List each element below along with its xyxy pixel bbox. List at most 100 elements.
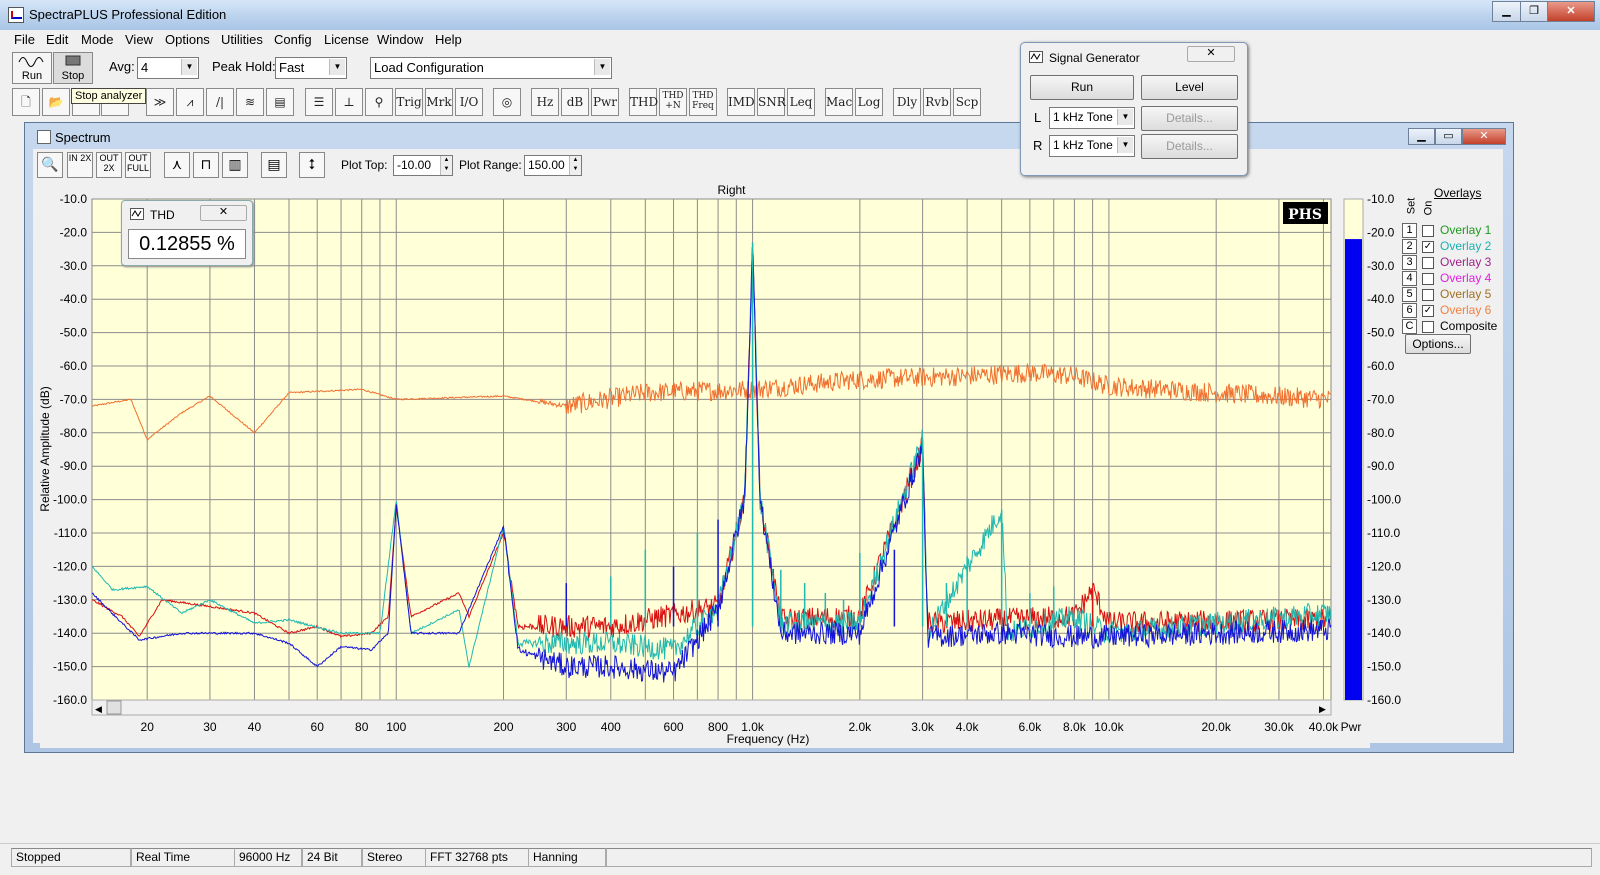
- y-tick-label: -20.0: [60, 225, 88, 239]
- y-tick-label: -40.0: [60, 292, 88, 306]
- right-y-tick-label: -40.0: [1367, 292, 1395, 306]
- status-channels: Stereo: [362, 848, 426, 867]
- right-signal-value: 1 kHz Tone: [1053, 138, 1113, 152]
- x-tick-label: 40: [248, 720, 262, 734]
- left-details-button[interactable]: Details...: [1141, 106, 1238, 131]
- right-signal-select[interactable]: 1 kHz Tone ▼: [1049, 135, 1135, 157]
- x-tick-label: 10.0k: [1094, 720, 1124, 734]
- right-details-button[interactable]: Details...: [1141, 134, 1238, 159]
- overlay-label-4: Overlay 4: [1440, 271, 1492, 285]
- thd-close-button[interactable]: ✕: [200, 205, 247, 221]
- x-tick-label: 20: [141, 720, 155, 734]
- overlay-checkbox-3[interactable]: [1422, 257, 1434, 269]
- signal-generator-window: Signal Generator ✕ Run Level L 1 kHz Ton…: [1020, 42, 1248, 176]
- right-y-tick-label: -110.0: [1367, 526, 1400, 540]
- overlay-set-button-1[interactable]: 1: [1402, 223, 1417, 238]
- y-tick-label: -90.0: [60, 459, 88, 473]
- right-y-tick-label: -100.0: [1367, 493, 1401, 507]
- x-tick-label: 30.0k: [1264, 720, 1294, 734]
- status-fft-size: FFT 32768 pts: [425, 848, 529, 867]
- generator-level-button[interactable]: Level: [1141, 75, 1238, 100]
- thd-popup: THD ✕ 0.12855 %: [121, 200, 253, 266]
- scrollbar-thumb[interactable]: [106, 700, 122, 715]
- plot-area[interactable]: [91, 198, 1332, 701]
- overlay-checkbox-1[interactable]: [1422, 225, 1434, 237]
- chevron-down-icon: ▼: [1117, 109, 1133, 125]
- scroll-left-icon[interactable]: ◀: [95, 704, 102, 714]
- x-tick-label: 60: [311, 720, 325, 734]
- x-tick-label: 4.0k: [956, 720, 980, 734]
- x-tick-label: 6.0k: [1019, 720, 1043, 734]
- status-mode: Real Time: [131, 848, 235, 867]
- overlay-set-button-5[interactable]: 5: [1402, 287, 1417, 302]
- y-tick-label: -60.0: [60, 359, 88, 373]
- right-y-tick-label: -30.0: [1367, 259, 1395, 273]
- thd-icon: [130, 208, 144, 220]
- status-sample-rate: 96000 Hz: [234, 848, 302, 867]
- overlay-set-button-4[interactable]: 4: [1402, 271, 1417, 286]
- left-signal-value: 1 kHz Tone: [1053, 110, 1113, 124]
- y-tick-label: -70.0: [60, 392, 88, 406]
- x-tick-label: 30: [203, 720, 217, 734]
- spectrum-plot[interactable]: -10.0 -20.0 -30.0 -40.0 -50.0 -60.0 -70.0 -80.0…: [0, 0, 1600, 874]
- set-label: Set: [1405, 197, 1418, 215]
- y-tick-label: -110.0: [54, 526, 87, 540]
- y-tick-label: -120.0: [53, 559, 87, 573]
- chevron-down-icon: ▼: [1117, 137, 1133, 153]
- right-y-tick-label: -50.0: [1367, 326, 1395, 340]
- signal-generator-close-button[interactable]: ✕: [1187, 46, 1235, 62]
- x-tick-label: 300: [556, 720, 576, 734]
- y-tick-label: -10.0: [60, 192, 88, 206]
- chart-title: Right: [717, 183, 746, 197]
- overlay-label-1: Overlay 1: [1440, 223, 1492, 237]
- status-run-state: Stopped: [11, 848, 131, 867]
- x-tick-label: 2.0k: [849, 720, 873, 734]
- right-y-tick-label: -80.0: [1367, 426, 1395, 440]
- y-tick-label: -130.0: [53, 593, 87, 607]
- overlay-checkbox-C[interactable]: [1422, 321, 1434, 333]
- y-tick-label: -30.0: [60, 259, 88, 273]
- signal-generator-title: Signal Generator: [1049, 51, 1140, 65]
- overlays-heading: Overlays: [1434, 186, 1482, 200]
- overlay-set-button-3[interactable]: 3: [1402, 255, 1417, 270]
- right-y-tick-label: -150.0: [1367, 660, 1401, 674]
- overlay-label-C: Composite: [1440, 319, 1498, 333]
- overlay-label-5: Overlay 5: [1440, 287, 1492, 301]
- x-tick-label: 200: [494, 720, 514, 734]
- power-bar-fill: [1345, 239, 1362, 700]
- x-tick-label: 8.0k: [1063, 720, 1087, 734]
- x-tick-label: 800: [708, 720, 728, 734]
- thd-value: 0.12855 %: [128, 229, 246, 259]
- right-y-tick-label: -140.0: [1367, 626, 1401, 640]
- right-y-tick-label: -70.0: [1367, 392, 1395, 406]
- right-y-tick-label: -90.0: [1367, 459, 1395, 473]
- right-y-tick-label: -130.0: [1367, 593, 1401, 607]
- x-tick-label: 40.0k: [1309, 720, 1339, 734]
- right-y-tick-label: -60.0: [1367, 359, 1395, 373]
- right-y-tick-label: -120.0: [1367, 559, 1401, 573]
- overlay-options-button[interactable]: Options...: [1405, 334, 1471, 354]
- overlay-set-button-2[interactable]: 2: [1402, 239, 1417, 254]
- overlay-checkbox-5[interactable]: [1422, 289, 1434, 301]
- x-tick-label: 600: [664, 720, 684, 734]
- x-axis-label: Frequency (Hz): [727, 732, 810, 746]
- overlay-set-button-6[interactable]: 6: [1402, 303, 1417, 318]
- x-tick-label: 400: [601, 720, 621, 734]
- overlay-set-button-C[interactable]: C: [1402, 319, 1417, 334]
- right-channel-label: R: [1033, 138, 1043, 153]
- overlay-checkbox-6[interactable]: ✓: [1422, 305, 1434, 317]
- overlay-checkbox-2[interactable]: ✓: [1422, 241, 1434, 253]
- y-tick-label: -160.0: [53, 693, 87, 707]
- generator-run-button[interactable]: Run: [1030, 75, 1134, 100]
- status-bit-depth: 24 Bit: [302, 848, 362, 867]
- on-label: On: [1422, 200, 1435, 216]
- scroll-right-icon[interactable]: ▶: [1319, 704, 1326, 714]
- y-tick-label: -150.0: [53, 660, 87, 674]
- y-tick-label: -100.0: [53, 493, 87, 507]
- x-tick-label: 80: [355, 720, 369, 734]
- overlay-label-6: Overlay 6: [1440, 303, 1492, 317]
- horizontal-scrollbar[interactable]: [91, 699, 1332, 716]
- overlay-checkbox-4[interactable]: [1422, 273, 1434, 285]
- power-axis-label: Pwr: [1341, 720, 1362, 734]
- left-signal-select[interactable]: 1 kHz Tone ▼: [1049, 107, 1135, 129]
